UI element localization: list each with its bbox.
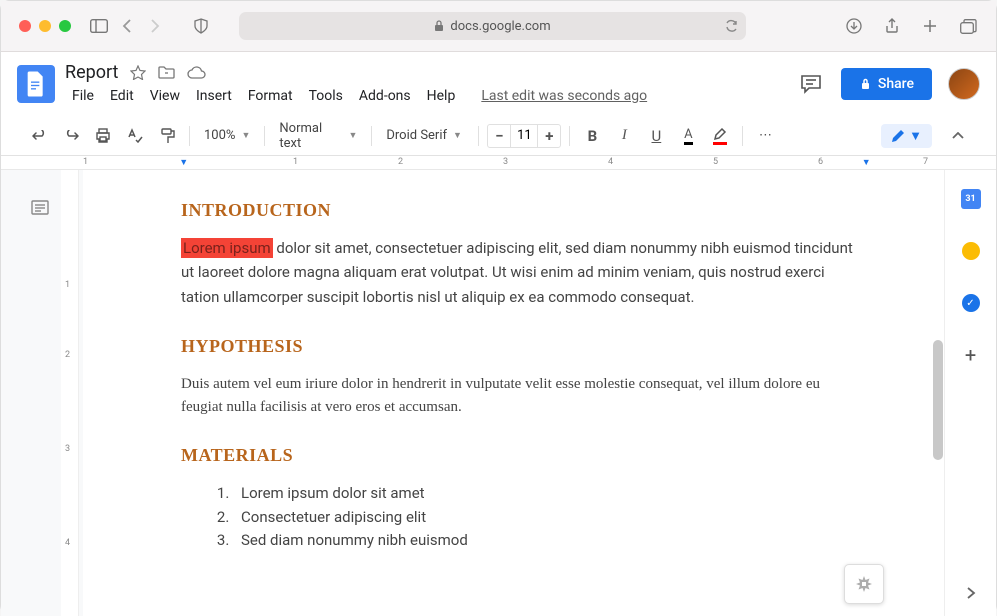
get-addons-button[interactable]: + — [960, 344, 982, 366]
comments-button[interactable] — [797, 70, 825, 98]
tasks-addon-icon[interactable] — [960, 292, 982, 314]
menu-bar: File Edit View Insert Format Tools Add-o… — [65, 85, 654, 107]
new-tab-icon[interactable] — [920, 16, 940, 36]
browser-toolbar: docs.google.com — [1, 1, 996, 52]
style-select[interactable]: Normal text▼ — [273, 121, 363, 151]
last-edit-link[interactable]: Last edit was seconds ago — [474, 85, 654, 107]
window-controls — [19, 20, 71, 32]
explore-button[interactable] — [844, 564, 884, 604]
collapse-toolbar-button[interactable] — [944, 122, 972, 150]
menu-help[interactable]: Help — [420, 85, 463, 107]
document-title[interactable]: Report — [65, 62, 118, 83]
side-panel: 31 + — [944, 170, 996, 616]
downloads-icon[interactable] — [844, 16, 864, 36]
spellcheck-button[interactable] — [121, 122, 149, 150]
font-size-increase[interactable]: + — [538, 125, 560, 147]
sidebar-toggle-icon[interactable] — [89, 16, 109, 36]
share-icon[interactable] — [882, 16, 902, 36]
list-item[interactable]: Lorem ipsum dolor sit amet — [233, 482, 865, 505]
bold-button[interactable]: B — [578, 122, 606, 150]
menu-addons[interactable]: Add-ons — [352, 85, 418, 107]
paragraph-introduction[interactable]: Lorem ipsum dolor sit amet, consectetuer… — [181, 237, 865, 310]
move-folder-icon[interactable] — [158, 65, 175, 79]
heading-hypothesis[interactable]: HYPOTHESIS — [181, 336, 865, 357]
menu-file[interactable]: File — [65, 85, 101, 107]
print-button[interactable] — [89, 122, 117, 150]
close-window[interactable] — [19, 20, 31, 32]
keep-addon-icon[interactable] — [960, 240, 982, 262]
format-toolbar: 100%▼ Normal text▼ Droid Serif▼ − + B I … — [1, 116, 996, 156]
editing-mode-button[interactable]: ▼ — [881, 124, 932, 148]
text-color-button[interactable]: A — [674, 122, 702, 150]
lock-icon — [434, 20, 444, 32]
font-size-control: − + — [487, 124, 561, 148]
calendar-addon-icon[interactable]: 31 — [960, 188, 982, 210]
back-button[interactable] — [117, 16, 137, 36]
docs-header: Report File Edit View Insert Format Tool… — [1, 52, 996, 116]
menu-insert[interactable]: Insert — [189, 85, 239, 107]
horizontal-ruler[interactable]: 1 ▼ 1 2 3 4 5 6 ▼ 7 — [1, 156, 996, 170]
more-tools-button[interactable]: ⋯ — [751, 122, 779, 150]
outline-toggle-button[interactable] — [31, 200, 49, 215]
share-label: Share — [878, 76, 914, 92]
address-bar[interactable]: docs.google.com — [239, 12, 746, 40]
star-icon[interactable] — [130, 65, 146, 80]
scrollbar-thumb[interactable] — [933, 340, 943, 460]
minimize-window[interactable] — [39, 20, 51, 32]
forward-button[interactable] — [145, 16, 165, 36]
zoom-select[interactable]: 100%▼ — [198, 128, 256, 143]
font-size-decrease[interactable]: − — [488, 125, 510, 147]
menu-view[interactable]: View — [143, 85, 187, 107]
shield-icon[interactable] — [191, 16, 211, 36]
tabs-icon[interactable] — [958, 16, 978, 36]
heading-introduction[interactable]: INTRODUCTION — [181, 200, 865, 221]
vertical-ruler[interactable]: 1 2 3 4 — [61, 170, 79, 616]
paragraph-hypothesis[interactable]: Duis autem vel eum iriure dolor in hendr… — [181, 373, 865, 420]
hide-side-panel-button[interactable] — [966, 586, 976, 600]
selected-text[interactable]: Lorem ipsum — [181, 238, 273, 258]
menu-tools[interactable]: Tools — [302, 85, 350, 107]
cloud-status-icon[interactable] — [187, 66, 206, 79]
underline-button[interactable]: U — [642, 122, 670, 150]
maximize-window[interactable] — [59, 20, 71, 32]
document-page[interactable]: INTRODUCTION Lorem ipsum dolor sit amet,… — [83, 170, 944, 616]
highlight-color-button[interactable] — [706, 122, 734, 150]
list-item[interactable]: Sed diam nonummy nibh euismod — [233, 529, 865, 552]
italic-button[interactable]: I — [610, 122, 638, 150]
url-text: docs.google.com — [450, 19, 550, 34]
undo-button[interactable] — [25, 122, 53, 150]
account-avatar[interactable] — [948, 68, 980, 100]
materials-list[interactable]: Lorem ipsum dolor sit amet Consectetuer … — [181, 482, 865, 552]
redo-button[interactable] — [57, 122, 85, 150]
menu-format[interactable]: Format — [241, 85, 300, 107]
share-button[interactable]: Share — [841, 68, 932, 100]
reload-icon[interactable] — [725, 19, 738, 33]
left-gutter — [1, 170, 61, 616]
docs-logo[interactable] — [17, 65, 55, 103]
list-item[interactable]: Consectetuer adipiscing elit — [233, 506, 865, 529]
menu-edit[interactable]: Edit — [103, 85, 141, 107]
paint-format-button[interactable] — [153, 122, 181, 150]
font-select[interactable]: Droid Serif▼ — [380, 128, 470, 143]
font-size-input[interactable] — [510, 125, 538, 147]
heading-materials[interactable]: MATERIALS — [181, 445, 865, 466]
